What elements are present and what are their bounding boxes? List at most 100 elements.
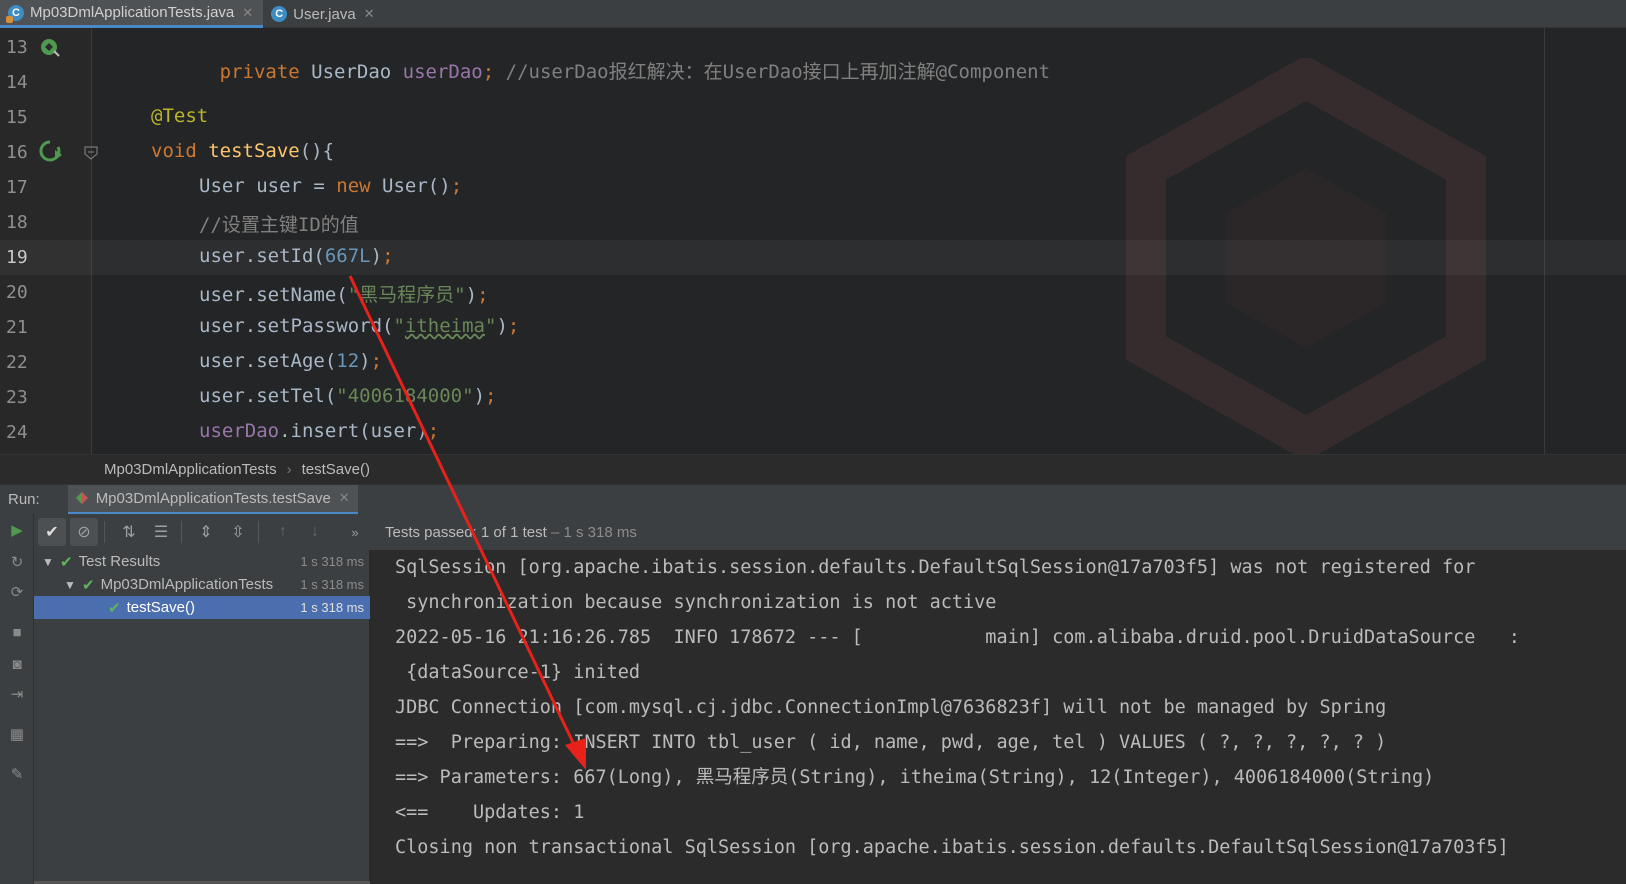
chevron-down-icon[interactable]: ▼ bbox=[64, 578, 78, 592]
code-line: 23 user.setTel("4006184000"); bbox=[0, 380, 1626, 415]
expand-all-icon[interactable]: ⇕ bbox=[192, 518, 220, 546]
tab-user-java[interactable]: C User.java ✕ bbox=[263, 0, 384, 28]
bean-navigate-icon[interactable] bbox=[38, 35, 62, 59]
sort-duration-icon[interactable]: ☰ bbox=[147, 518, 175, 546]
status-time: – 1 s 318 ms bbox=[546, 523, 637, 541]
passed-check-icon: ✔ bbox=[108, 599, 121, 617]
code-text: ) bbox=[359, 350, 371, 372]
semicolon: ; bbox=[477, 284, 489, 306]
string-literal: "4006184000" bbox=[336, 385, 474, 407]
keyword: void bbox=[151, 140, 209, 162]
layout-icon[interactable]: ▦ bbox=[7, 724, 27, 744]
passed-check-icon: ✔ bbox=[82, 576, 95, 594]
test-results-tree: ▼ ✔ Test Results 1 s 318 ms ▼ ✔ Mp03DmlA… bbox=[34, 550, 370, 884]
annotation: @Test bbox=[151, 105, 209, 127]
run-config-name: Mp03DmlApplicationTests.testSave bbox=[95, 489, 331, 507]
breadcrumb: Mp03DmlApplicationTests › testSave() bbox=[0, 454, 1626, 484]
junit-icon bbox=[75, 492, 88, 504]
close-icon[interactable]: ✕ bbox=[242, 5, 253, 21]
semicolon: ; bbox=[427, 420, 440, 442]
close-icon[interactable]: ✕ bbox=[364, 6, 375, 22]
toggle-autotest-icon[interactable]: ⟳ bbox=[7, 582, 27, 602]
pin-icon[interactable]: ✎ bbox=[7, 764, 27, 784]
code-text: ) bbox=[465, 284, 478, 306]
string-quote: " bbox=[485, 315, 497, 337]
semicolon: ; bbox=[450, 175, 463, 197]
import-tests-icon[interactable]: ⇥ bbox=[7, 684, 27, 704]
console-output[interactable]: SqlSession [org.apache.ibatis.session.de… bbox=[371, 550, 1626, 884]
breadcrumb-method[interactable]: testSave() bbox=[302, 461, 370, 478]
line-number: 13 bbox=[6, 37, 28, 58]
tab-label: Mp03DmlApplicationTests.java bbox=[30, 4, 235, 21]
run-config-tab[interactable]: Mp03DmlApplicationTests.testSave ✕ bbox=[67, 484, 358, 515]
run-test-icon[interactable] bbox=[38, 139, 62, 163]
line-number: 16 bbox=[6, 142, 28, 163]
rerun-failed-icon[interactable]: ↻ bbox=[7, 552, 27, 572]
code-line: 14 bbox=[0, 65, 1626, 100]
code-line: 22 user.setAge(12); bbox=[0, 345, 1626, 380]
string-literal: "黑马程序员" bbox=[347, 284, 466, 306]
method-name: testSave bbox=[208, 140, 300, 162]
status-prefix: Tests passed: bbox=[385, 523, 481, 541]
semicolon: ; bbox=[370, 350, 383, 372]
next-icon[interactable]: ↓ bbox=[301, 518, 329, 546]
line-number: 20 bbox=[6, 282, 28, 303]
chevron-down-icon[interactable]: ▼ bbox=[42, 555, 56, 569]
tree-item-test-class[interactable]: ▼ ✔ Mp03DmlApplicationTests 1 s 318 ms bbox=[34, 573, 370, 596]
run-tool-header: Run: Mp03DmlApplicationTests.testSave ✕ bbox=[0, 484, 1626, 515]
line-number: 14 bbox=[6, 72, 28, 93]
line-number: 15 bbox=[6, 107, 28, 128]
code-line: 16 void testSave(){ bbox=[0, 135, 1626, 170]
code-text: User user = bbox=[199, 175, 337, 197]
line-number: 24 bbox=[6, 422, 28, 443]
line-number: 21 bbox=[6, 317, 28, 338]
tree-item-test-method[interactable]: ✔ testSave() 1 s 318 ms bbox=[34, 596, 370, 619]
line-number: 23 bbox=[6, 387, 28, 408]
collapse-all-icon[interactable]: ⇳ bbox=[224, 518, 252, 546]
code-text: ) bbox=[473, 385, 486, 407]
tree-item-time: 1 s 318 ms bbox=[300, 600, 364, 615]
tab-mp03dml-application-tests[interactable]: C Mp03DmlApplicationTests.java ✕ bbox=[0, 0, 264, 28]
code-text: .insert(user) bbox=[279, 420, 428, 442]
code-editor[interactable]: 13 private UserDao userDao; //userDao报红解… bbox=[0, 28, 1626, 454]
code-line-current: 19 user.setId(667L); bbox=[0, 240, 1626, 275]
toolbar-separator bbox=[104, 521, 105, 543]
semicolon: ; bbox=[382, 245, 394, 267]
line-number: 17 bbox=[6, 177, 28, 198]
line-number: 18 bbox=[6, 212, 28, 233]
console-line: 2022-05-16 21:16:26.785 INFO 178672 --- … bbox=[395, 627, 1520, 648]
test-class-icon: C bbox=[6, 4, 24, 23]
code-text: user.setPassword( bbox=[199, 315, 394, 337]
breadcrumb-class[interactable]: Mp03DmlApplicationTests bbox=[104, 461, 277, 478]
show-passed-icon[interactable]: ✔ bbox=[38, 518, 66, 546]
console-line: {dataSource-1} inited bbox=[395, 662, 641, 683]
semicolon: ; bbox=[485, 385, 497, 407]
code-comment: //设置主键ID的值 bbox=[199, 214, 359, 236]
more-icon[interactable]: » bbox=[341, 518, 369, 546]
code-text: user.setTel( bbox=[199, 385, 337, 407]
code-text: (){ bbox=[299, 140, 335, 162]
console-line: synchronization because synchronization … bbox=[395, 592, 997, 613]
code-text: User() bbox=[382, 175, 451, 197]
close-icon[interactable]: ✕ bbox=[339, 490, 350, 506]
tree-item-label: testSave() bbox=[126, 599, 195, 616]
tree-item-test-results[interactable]: ▼ ✔ Test Results 1 s 318 ms bbox=[34, 550, 370, 573]
sort-alpha-icon[interactable]: ⇅ bbox=[115, 518, 143, 546]
console-line: ==> Parameters: 667(Long), 黑马程序员(String)… bbox=[395, 767, 1435, 788]
editor-tab-bar: C Mp03DmlApplicationTests.java ✕ C User.… bbox=[0, 0, 1626, 28]
code-text: user.setAge( bbox=[199, 350, 337, 372]
rerun-icon[interactable]: ▶ bbox=[7, 520, 27, 540]
test-toolbar: ✔ ⊘ ⇅ ☰ ⇕ ⇳ ↑ ↓ » Tests passed: 1 of 1 t… bbox=[34, 514, 1626, 550]
fold-icon[interactable] bbox=[82, 144, 100, 162]
code-text: ) bbox=[496, 315, 508, 337]
code-line: 21 user.setPassword("itheima"); bbox=[0, 310, 1626, 345]
show-ignored-icon[interactable]: ⊘ bbox=[70, 518, 98, 546]
stop-icon[interactable]: ■ bbox=[7, 622, 27, 642]
code-line: 20 user.setName("黑马程序员"); bbox=[0, 275, 1626, 310]
previous-icon[interactable]: ↑ bbox=[269, 518, 297, 546]
camera-icon[interactable]: ◙ bbox=[7, 654, 27, 674]
line-number: 19 bbox=[6, 247, 28, 268]
console-line: Closing non transactional SqlSession [or… bbox=[395, 837, 1509, 858]
status-rest: of 1 test bbox=[489, 523, 547, 541]
field-name: userDao bbox=[199, 420, 280, 442]
